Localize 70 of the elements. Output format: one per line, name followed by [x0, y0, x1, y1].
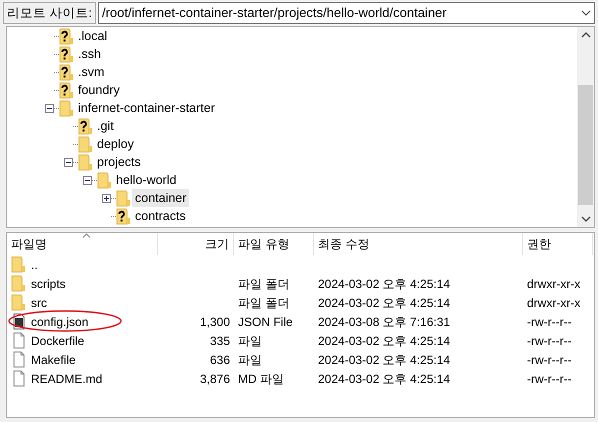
unknown-folder-icon	[59, 28, 75, 44]
tree-item[interactable]: .git	[94, 116, 117, 136]
unknown-folder-icon	[59, 46, 75, 62]
tree-item[interactable]: foundry	[75, 80, 123, 100]
permissions: -rw-r--r--	[526, 332, 573, 350]
tree-item[interactable]: contracts	[132, 206, 189, 226]
unknown-folder-icon	[59, 82, 75, 98]
file-icon	[11, 370, 27, 387]
file-type: 파일 폴더	[237, 294, 290, 312]
scrollbar-thumb[interactable]	[578, 85, 593, 205]
path-text: /root/infernet-container-starter/projects/hello-world/container	[102, 4, 448, 22]
tree-item[interactable]: .svm	[75, 62, 108, 82]
tree-item[interactable]: infernet-container-starter	[75, 98, 218, 118]
file-icon	[11, 332, 27, 349]
folder-icon	[97, 172, 113, 188]
file-name[interactable]: ..	[31, 256, 38, 274]
column-header[interactable]: 파일명	[7, 233, 158, 255]
file-size: 3,876	[198, 370, 231, 388]
file-type: 파일 폴더	[237, 276, 290, 292]
file-name[interactable]: Makefile	[31, 350, 76, 368]
file-name[interactable]: scripts	[31, 274, 66, 292]
file-size: 636	[208, 352, 231, 368]
column-header[interactable]: 크기	[158, 233, 234, 255]
unknown-folder-icon	[116, 208, 132, 224]
file-name[interactable]: src	[31, 294, 47, 312]
tree-item[interactable]: projects	[94, 152, 144, 172]
unknown-folder-icon	[59, 64, 75, 80]
folder-icon	[78, 136, 94, 152]
modified-date: 2024-03-02 오후 4:25:14	[317, 294, 452, 312]
folder-icon	[11, 294, 27, 311]
folder-icon	[78, 154, 94, 170]
file-icon	[11, 351, 27, 368]
tree-item[interactable]: hello-world	[113, 170, 180, 190]
collapse-icon[interactable]	[83, 176, 92, 184]
tree-item[interactable]: .local	[75, 27, 110, 46]
modified-date: 2024-03-02 오후 4:25:14	[317, 276, 452, 292]
tree-item[interactable]: container	[132, 188, 190, 208]
file-type: 파일	[237, 352, 263, 368]
file-size: 1,300	[198, 314, 231, 330]
collapse-icon[interactable]	[45, 104, 54, 112]
collapse-icon[interactable]	[64, 158, 73, 166]
tree-item[interactable]: .ssh	[75, 44, 104, 64]
folder-icon	[59, 100, 75, 116]
path-label: 리모트 사이트:	[3, 2, 96, 24]
expand-icon[interactable]	[102, 194, 111, 202]
modified-date: 2024-03-02 오후 4:25:14	[317, 370, 452, 388]
permissions: -rw-r--r--	[526, 314, 573, 330]
folder-icon	[11, 275, 27, 292]
modified-date: 2024-03-02 오후 4:25:14	[317, 332, 452, 350]
file-type: 파일	[237, 332, 263, 350]
folder-icon	[11, 256, 27, 273]
permissions: drwxr-xr-x	[526, 276, 582, 292]
file-type: JSON File	[237, 314, 294, 330]
file-name[interactable]: README.md	[31, 370, 102, 388]
tree-scrollbar[interactable]	[577, 27, 594, 227]
remote-path-field[interactable]: /root/infernet-container-starter/projects/hello-world/container	[98, 2, 595, 24]
column-header[interactable]: 권한	[523, 233, 593, 255]
file-type: MD 파일	[237, 370, 285, 388]
column-header[interactable]: 파일 유형	[234, 233, 314, 255]
column-header[interactable]: 최종 수정	[314, 233, 523, 255]
permissions: -rw-r--r--	[526, 352, 573, 368]
folder-icon	[116, 190, 132, 206]
unknown-folder-icon	[78, 118, 94, 134]
permissions: -rw-r--r--	[526, 370, 573, 388]
permissions: drwxr-xr-x	[526, 294, 582, 312]
file-name[interactable]: Dockerfile	[31, 332, 84, 350]
file-size: 335	[208, 332, 231, 350]
tree-item[interactable]: deploy	[94, 134, 137, 154]
modified-date: 2024-03-08 오후 7:16:31	[317, 314, 452, 330]
modified-date: 2024-03-02 오후 4:25:14	[317, 352, 452, 368]
